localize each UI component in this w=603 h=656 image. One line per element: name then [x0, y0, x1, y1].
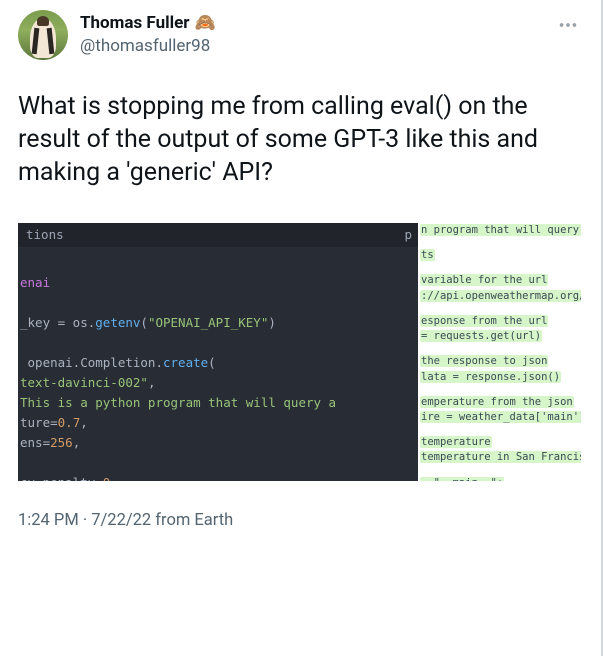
code-group: ts [420, 248, 581, 263]
tweet-text: What is stopping me from calling eval() … [18, 90, 583, 189]
code-line: emperature from the json [420, 395, 581, 410]
code-group: n program that will query a weather API … [420, 223, 581, 238]
code-line: ire = weather_data['main']['temp'] [420, 410, 581, 425]
code-pane-right: n program that will query a weather API … [418, 223, 583, 481]
code-line: the response to json [420, 354, 581, 369]
code-pane-left: tions p enai _key = os.getenv("OPENAI_AP… [18, 223, 418, 481]
code-group: temperaturetemperature in San Francisco … [420, 435, 581, 465]
code-line: ts [420, 248, 581, 263]
code-line: temperature in San Francisco is {} degre… [420, 450, 581, 465]
code-line [18, 253, 418, 273]
code-line: lata = response.json() [420, 370, 581, 385]
more-button[interactable] [553, 10, 583, 40]
display-name[interactable]: Thomas Fuller [80, 12, 190, 35]
code-line: ture=0.7, [18, 413, 418, 433]
code-group: = "__main__": [420, 476, 581, 481]
editor-tab-bar: tions p [18, 223, 418, 247]
code-line: temperature [420, 435, 581, 450]
handle[interactable]: @thomasfuller98 [80, 35, 216, 58]
code-line [18, 333, 418, 353]
avatar[interactable] [18, 10, 68, 60]
code-line: n program that will query a weather API … [420, 223, 581, 238]
code-group: variable for the url://api.openweatherma… [420, 273, 581, 303]
ellipsis-icon [557, 14, 579, 36]
code-line: variable for the url [420, 273, 581, 288]
code-line: _key = os.getenv("OPENAI_API_KEY") [18, 313, 418, 333]
code-line: = "__main__": [420, 476, 581, 481]
code-group: the response to jsonlata = response.json… [420, 354, 581, 384]
code-line: esponse from the url [420, 314, 581, 329]
code-line [18, 453, 418, 473]
code-line: ens=256, [18, 433, 418, 453]
emoji-see-no-evil-icon: 🙈 [195, 12, 216, 35]
tab-label-right: p [404, 225, 412, 245]
timestamp[interactable]: 1:24 PM · 7/22/22 from Earth [0, 511, 601, 530]
media-row[interactable]: tions p enai _key = os.getenv("OPENAI_AP… [18, 223, 583, 481]
tab-label: tions [26, 225, 64, 245]
tweet-container: Thomas Fuller 🙈 @thomasfuller98 What is … [0, 0, 601, 481]
code-line: text-davinci-002", [18, 373, 418, 393]
code-line: openai.Completion.create( [18, 353, 418, 373]
code-line: cy_penalty=0, [18, 473, 418, 481]
author-block: Thomas Fuller 🙈 @thomasfuller98 [80, 12, 216, 58]
code-group: esponse from the url= requests.get(url) [420, 314, 581, 344]
code-group: emperature from the jsonire = weather_da… [420, 395, 581, 425]
code-line [18, 293, 418, 313]
code-line: = requests.get(url) [420, 329, 581, 344]
tweet-header: Thomas Fuller 🙈 @thomasfuller98 [18, 10, 583, 60]
code-line: enai [18, 273, 418, 293]
code-line: This is a python program that will query… [18, 393, 418, 413]
code-line: ://api.openweathermap.org/data/2.5/weath… [420, 289, 581, 304]
